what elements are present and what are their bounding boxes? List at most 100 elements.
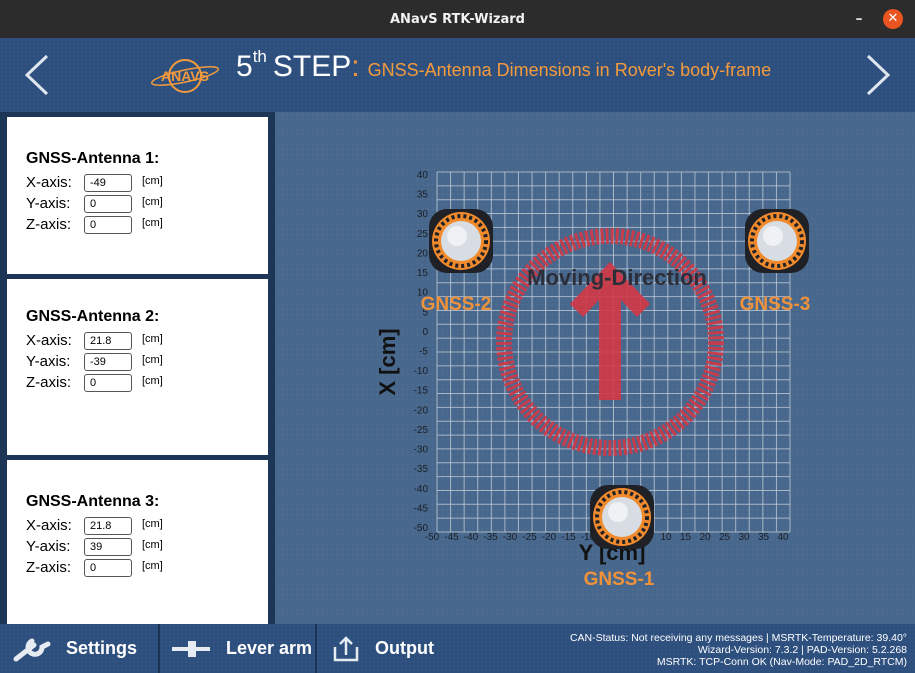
y-axis-tick-label: 20 xyxy=(699,532,711,543)
y-axis-tick-label: 15 xyxy=(680,532,692,543)
y-axis-tick-label: -40 xyxy=(464,532,479,543)
antenna-sidebar: GNSS-Antenna 1: X-axis: -49 [cm] Y-axis:… xyxy=(0,112,275,624)
output-label: Output xyxy=(375,638,434,658)
step-number: 5 xyxy=(236,50,253,83)
wrench-icon xyxy=(13,638,51,661)
x-axis-tick-label: -25 xyxy=(414,425,429,436)
antenna-1-z-row: Z-axis: 0 [cm] xyxy=(26,214,268,235)
antenna-3-z-row: Z-axis: 0 [cm] xyxy=(26,557,268,578)
gnss-3-label: GNSS-3 xyxy=(740,294,811,315)
y-axis-tick-label: 40 xyxy=(777,532,789,543)
antenna-1-y-input[interactable]: 0 xyxy=(84,194,132,213)
antenna-2-z-row: Z-axis: 0 [cm] xyxy=(26,372,268,393)
output-button[interactable]: Output xyxy=(317,624,447,673)
unit-label: [cm] xyxy=(142,332,163,345)
export-icon xyxy=(333,635,359,661)
gnss-1-label: GNSS-1 xyxy=(584,569,655,590)
step-colon: : xyxy=(351,50,360,83)
x-axis-label: X-axis: xyxy=(26,517,72,534)
x-axis-tick-label: 35 xyxy=(417,190,429,201)
antenna-2-panel: GNSS-Antenna 2: X-axis: 21.8 [cm] Y-axis… xyxy=(7,279,268,455)
x-axis-tick-label: -10 xyxy=(414,366,429,377)
unit-label: [cm] xyxy=(142,216,163,229)
x-axis-tick-label: 20 xyxy=(417,248,429,259)
antenna-2-y-input[interactable]: -39 xyxy=(84,352,132,371)
settings-button[interactable]: Settings xyxy=(0,624,160,673)
antenna-2-z-input[interactable]: 0 xyxy=(84,373,132,392)
antenna-layout-canvas: 40 35 30 25 20 15 10 5 0 -5 -10 -15 -20 -25 -30 -35 -40-… xyxy=(275,112,915,624)
unit-label: [cm] xyxy=(142,538,163,551)
unit-label: [cm] xyxy=(142,174,163,187)
x-axis-tick-label: -30 xyxy=(414,445,429,456)
antenna-2-x-input[interactable]: 21.8 xyxy=(84,331,132,350)
gnss-2-antenna-icon xyxy=(429,209,493,273)
antenna-1-x-input[interactable]: -49 xyxy=(84,173,132,192)
unit-label: [cm] xyxy=(142,353,163,366)
settings-label: Settings xyxy=(66,638,138,658)
moving-direction-label: Moving-Direction xyxy=(527,265,707,290)
unit-label: [cm] xyxy=(142,195,163,208)
antenna-2-title: GNSS-Antenna 2: xyxy=(26,308,160,325)
antenna-3-x-input[interactable]: 21.8 xyxy=(84,516,132,535)
x-axis-tick-label: -45 xyxy=(414,503,429,514)
unit-label: [cm] xyxy=(142,374,163,387)
bottom-toolbar: Settings Lever arm Output CAN-Status: No… xyxy=(0,624,915,673)
next-step-chevron-icon[interactable] xyxy=(850,38,910,112)
previous-step-chevron-icon[interactable] xyxy=(5,38,65,112)
y-axis-tick-label: -25 xyxy=(522,532,537,543)
anavs-logo: ANAVS xyxy=(150,59,220,93)
status-line-3: MSRTK: TCP-Conn OK (Nav-Mode: PAD_2D_RTC… xyxy=(656,656,907,668)
y-axis-tick-label: -20 xyxy=(542,532,557,543)
y-axis-tick-label: 10 xyxy=(660,532,672,543)
x-axis-tick-label: -15 xyxy=(414,386,429,397)
gnss-1-antenna-icon xyxy=(590,485,654,549)
antenna-3-panel: GNSS-Antenna 3: X-axis: 21.8 [cm] Y-axis… xyxy=(7,460,268,624)
minimize-button[interactable]: – xyxy=(849,8,869,28)
step-title: 5 th STEP : GNSS-Antenna Dimensions in R… xyxy=(236,47,772,100)
x-axis-label: X-axis: xyxy=(26,174,72,191)
x-axis-tick-label: -20 xyxy=(414,405,429,416)
x-axis-tick-label: 0 xyxy=(422,327,428,338)
window-title: ANavS RTK-Wizard xyxy=(390,11,525,27)
x-axis-tick-label: 25 xyxy=(417,229,429,240)
z-axis-label: Z-axis: xyxy=(26,559,71,576)
step-word: STEP xyxy=(272,50,352,83)
y-axis-tick-label: -15 xyxy=(561,532,576,543)
y-axis-label: Y-axis: xyxy=(26,195,71,212)
antenna-1-title: GNSS-Antenna 1: xyxy=(26,150,160,167)
step-description: GNSS-Antenna Dimensions in Rover's body-… xyxy=(367,60,772,80)
x-axis-title: X [cm] xyxy=(375,328,400,395)
unit-label: [cm] xyxy=(142,559,163,572)
antenna-2-y-row: Y-axis: -39 [cm] xyxy=(26,351,268,372)
x-axis-tick-label: 30 xyxy=(417,209,429,220)
z-axis-label: Z-axis: xyxy=(26,374,71,391)
antenna-layout-plot: 4035302520151050-5-10-15-20-25-30-35-40-… xyxy=(375,170,811,590)
lever-arm-label: Lever arm xyxy=(226,638,313,658)
status-line-2: Wizard-Version: 7.3.2 | PAD-Version: 5.2… xyxy=(697,644,907,656)
lever-arm-button[interactable]: Lever arm xyxy=(160,624,317,673)
x-axis-tick-label: -5 xyxy=(419,347,428,358)
window-titlebar: ANavS RTK-Wizard – ✕ xyxy=(0,0,915,38)
y-axis-tick-label: 30 xyxy=(738,532,750,543)
y-axis-tick-label: 35 xyxy=(758,532,770,543)
unit-label: [cm] xyxy=(142,517,163,530)
step-header: ANAVS 5 th STEP : GNSS-Antenna Dimension… xyxy=(0,38,915,112)
close-button[interactable]: ✕ xyxy=(883,9,903,29)
antenna-3-title: GNSS-Antenna 3: xyxy=(26,493,160,510)
antenna-3-y-input[interactable]: 39 xyxy=(84,537,132,556)
antenna-3-y-row: Y-axis: 39 [cm] xyxy=(26,536,268,557)
antenna-1-x-row: X-axis: -49 [cm] xyxy=(26,172,268,193)
gnss-3-antenna-icon xyxy=(745,209,809,273)
antenna-1-z-input[interactable]: 0 xyxy=(84,215,132,234)
y-axis-label: Y-axis: xyxy=(26,353,71,370)
y-axis-tick-label: -35 xyxy=(483,532,498,543)
x-axis-tick-label: 40 xyxy=(417,170,429,181)
antenna-2-x-row: X-axis: 21.8 [cm] xyxy=(26,330,268,351)
antenna-3-z-input[interactable]: 0 xyxy=(84,558,132,577)
x-axis-label: X-axis: xyxy=(26,332,72,349)
status-text: CAN-Status: Not receiving any messages |… xyxy=(570,632,907,668)
step-suffix: th xyxy=(252,47,267,66)
x-axis-tick-label: -35 xyxy=(414,464,429,475)
x-axis-tick-label: 15 xyxy=(417,268,429,279)
y-axis-label: Y-axis: xyxy=(26,538,71,555)
